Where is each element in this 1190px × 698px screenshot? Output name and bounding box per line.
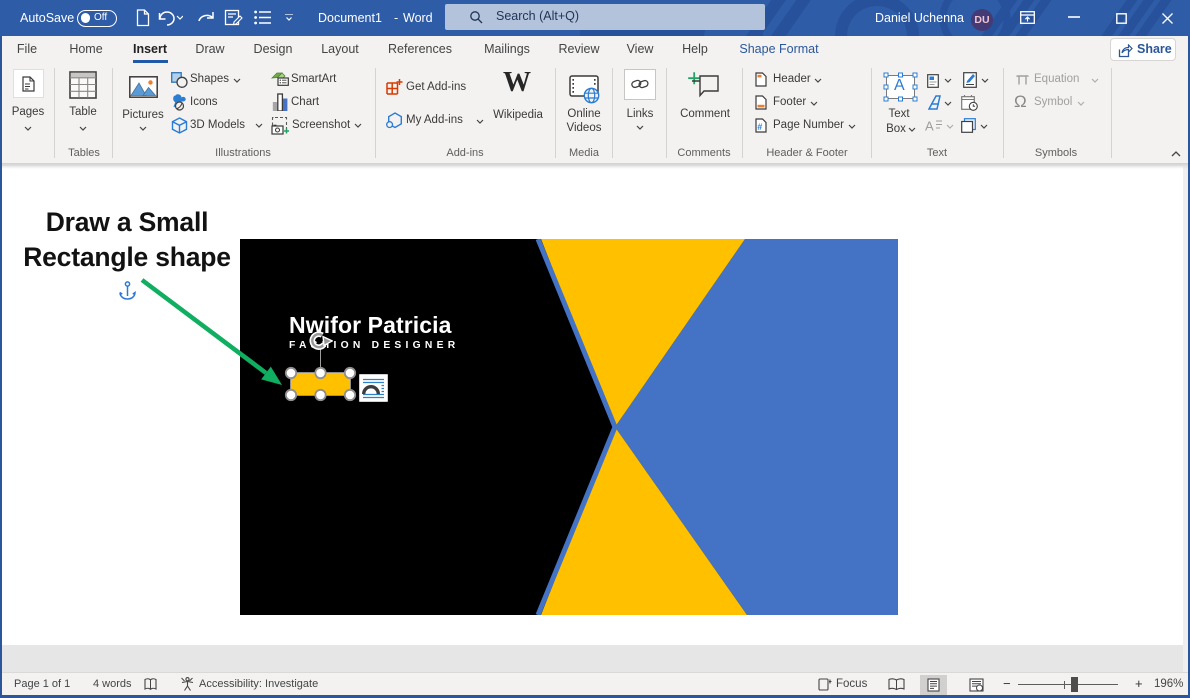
svg-text:#: #: [757, 122, 762, 132]
svg-text:A: A: [925, 119, 934, 132]
